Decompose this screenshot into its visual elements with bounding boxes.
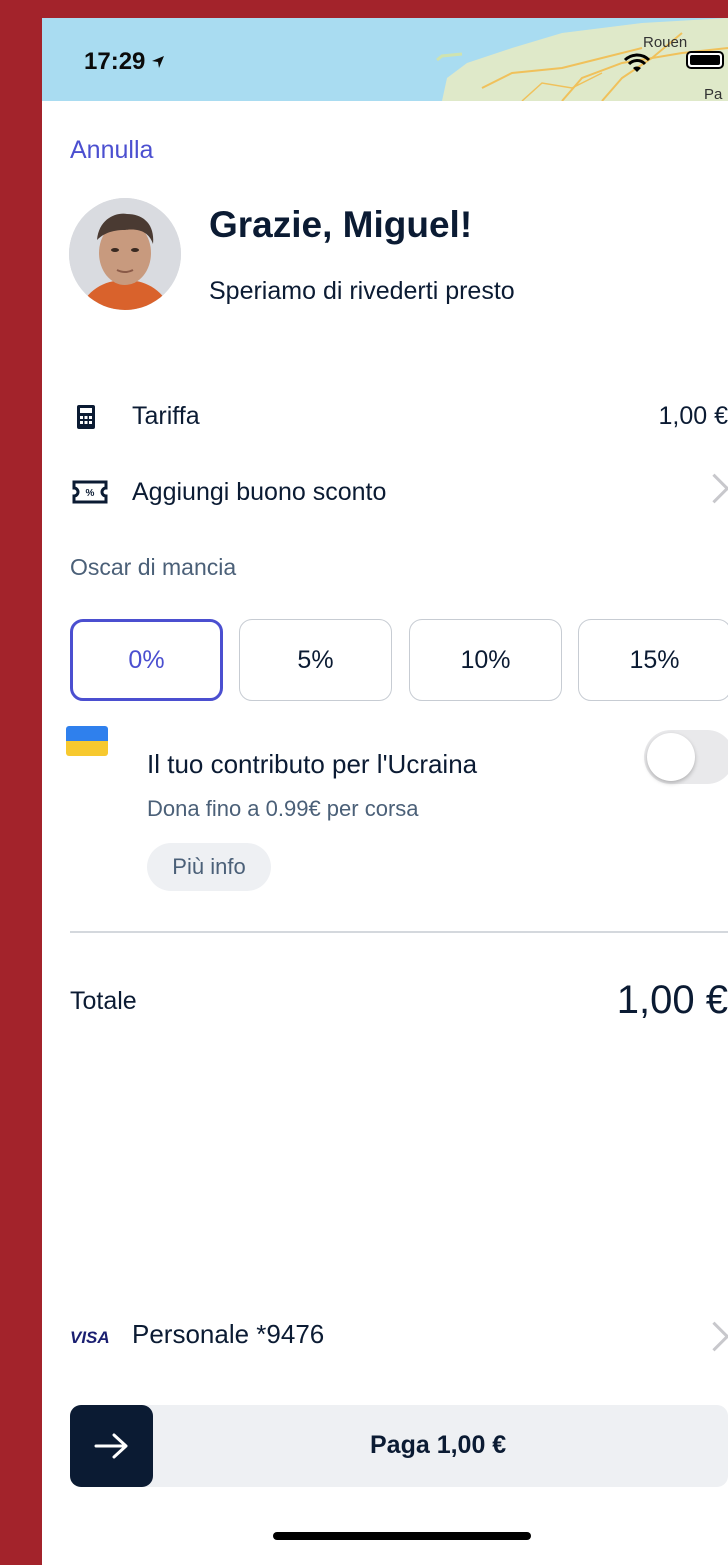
wifi-icon [623, 53, 651, 72]
map-label-partial: Pa [704, 86, 723, 101]
pay-slider-handle[interactable] [70, 1405, 153, 1487]
map-label-city: Rouen [643, 34, 688, 51]
tip-option-0[interactable]: 0% [70, 619, 223, 701]
fare-label: Tariffa [132, 402, 200, 430]
ukraine-flag-icon [66, 726, 108, 756]
calculator-icon [77, 405, 95, 429]
more-info-button[interactable]: Più info [147, 843, 271, 891]
visa-logo: VISA [70, 1328, 110, 1347]
fare-value: 1,00 € [658, 402, 728, 430]
tip-option-15[interactable]: 15% [578, 619, 728, 701]
tip-option-10[interactable]: 10% [409, 619, 562, 701]
chevron-right-icon [699, 473, 728, 504]
phone-screen: 17:29 Rouen Pa Annulla Grazie, Miguel! S… [42, 18, 728, 1565]
svg-text:%: % [86, 488, 95, 499]
home-indicator [273, 1532, 531, 1540]
status-bar: 17:29 Rouen Pa [42, 18, 728, 101]
chevron-right-icon [699, 1321, 728, 1352]
avatar-photo [69, 198, 181, 310]
page-subtitle: Speriamo di rivederti presto [209, 277, 515, 305]
battery-icon [686, 51, 724, 69]
pay-slider[interactable]: Paga 1,00 € [70, 1405, 728, 1487]
voucher-label: Aggiungi buono sconto [132, 478, 387, 506]
tip-option-5[interactable]: 5% [239, 619, 392, 701]
arrow-right-icon [94, 1433, 127, 1459]
location-arrow-icon [152, 56, 165, 68]
tip-section-label: Oscar di mancia [70, 554, 237, 580]
cancel-button[interactable]: Annulla [70, 136, 153, 165]
status-time: 17:29 [84, 48, 165, 76]
card-label: Personale *9476 [132, 1319, 325, 1349]
fare-row: Tariffa 1,00 € [42, 392, 728, 442]
total-value: 1,00 € [616, 978, 728, 1022]
avatar [69, 198, 181, 310]
voucher-icon: % [72, 480, 108, 504]
add-voucher-row[interactable]: % Aggiungi buono sconto [42, 468, 728, 518]
time-text: 17:29 [84, 48, 146, 75]
divider [70, 931, 728, 933]
page-title: Grazie, Miguel! [209, 204, 473, 245]
donation-title: Il tuo contributo per l'Ucraina [147, 749, 478, 779]
total-label: Totale [70, 987, 137, 1015]
donation-subtitle: Dona fino a 0.99€ per corsa [147, 796, 419, 821]
pay-label: Paga 1,00 € [370, 1431, 507, 1459]
donation-toggle[interactable] [644, 730, 728, 784]
